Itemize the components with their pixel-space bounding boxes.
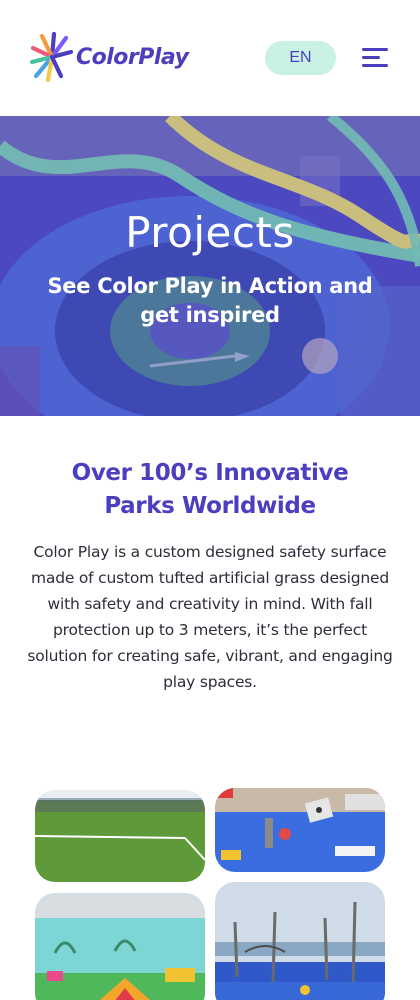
hero-banner: Projects See Color Play in Action and ge… xyxy=(0,116,420,416)
color-burst-icon xyxy=(30,31,74,83)
hero-background-image xyxy=(0,116,420,416)
hamburger-menu-icon[interactable] xyxy=(362,46,390,70)
logo[interactable]: ColorPlay xyxy=(30,30,189,84)
seaside-playground-photo xyxy=(215,882,385,1000)
section-description: Color Play is a custom designed safety s… xyxy=(27,543,393,691)
logo-text: ColorPlay xyxy=(76,44,189,70)
hero-title: Projects xyxy=(125,208,295,257)
soccer-field-photo xyxy=(35,790,205,882)
section-heading: Over 100’s Innovative Parks Worldwide xyxy=(71,460,349,519)
language-selector-button[interactable]: EN xyxy=(265,41,336,75)
gallery-image-indoor-playground[interactable] xyxy=(35,893,205,1000)
gallery-image-soccer-field[interactable] xyxy=(35,790,205,882)
site-header: ColorPlay EN xyxy=(0,0,420,116)
colorful-indoor-playground-photo xyxy=(35,893,205,1000)
gallery-image-blue-playground[interactable] xyxy=(215,788,385,872)
hero-subtitle: See Color Play in Action and get inspire… xyxy=(47,274,373,327)
gallery-image-seaside-playground[interactable] xyxy=(215,882,385,1000)
blue-playground-photo xyxy=(215,788,385,872)
